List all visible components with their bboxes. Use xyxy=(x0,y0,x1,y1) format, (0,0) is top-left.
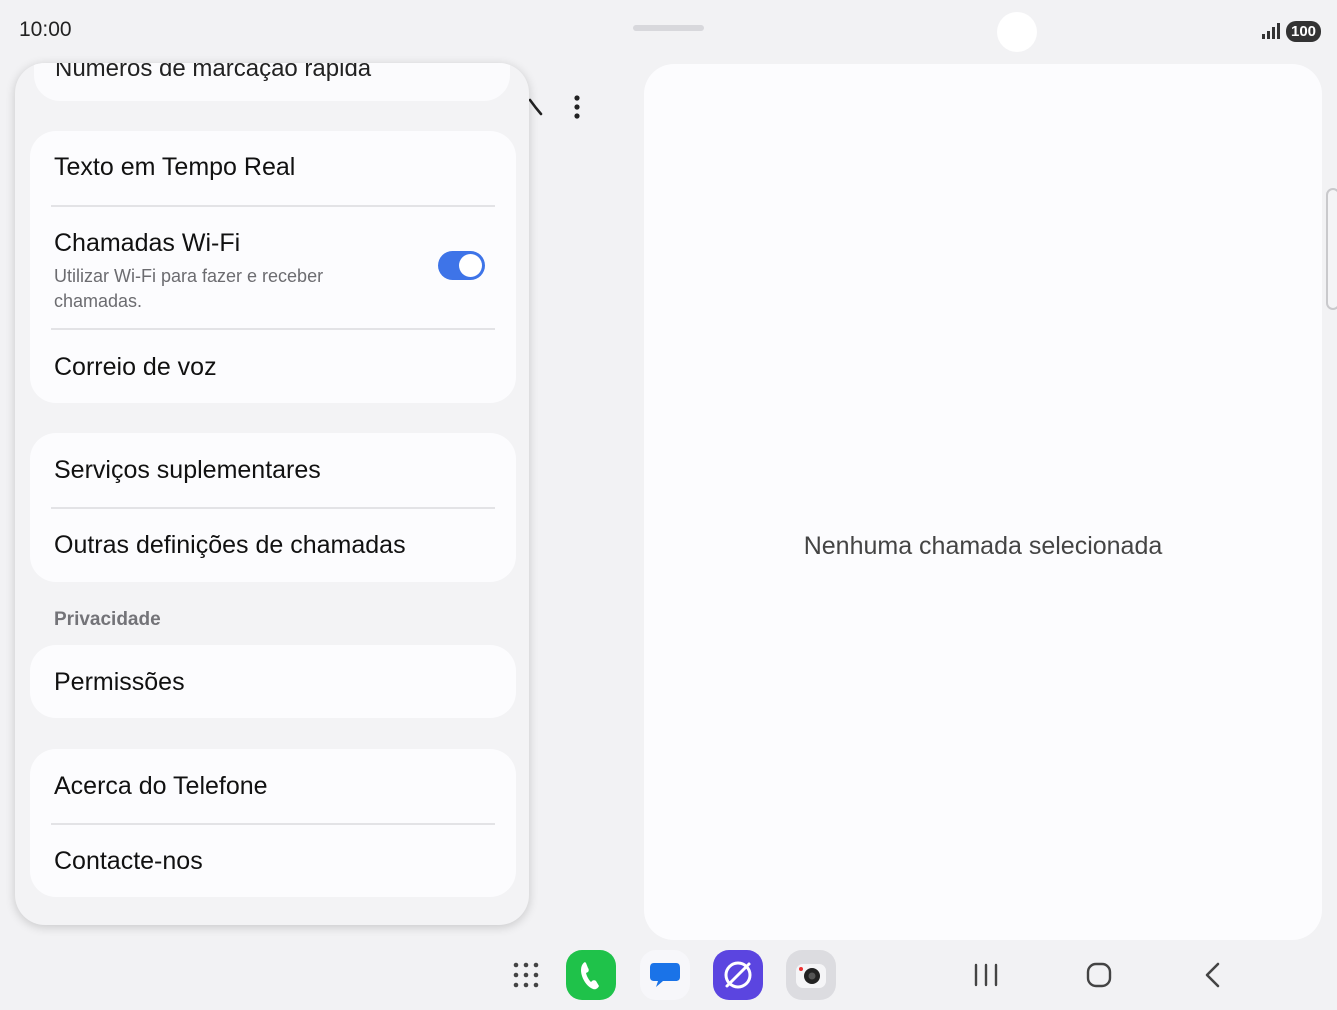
wifi-calling-description: Utilizar Wi-Fi para fazer e receber cham… xyxy=(54,266,324,311)
phone-app-icon[interactable] xyxy=(566,950,616,1000)
settings-group-about: Acerca do Telefone Contacte-nos xyxy=(30,749,516,897)
settings-group-privacy: Permissões xyxy=(30,645,516,718)
speed-dial-label: Números de marcação rápida xyxy=(55,63,372,82)
battery-indicator: 100 xyxy=(1286,21,1321,42)
internet-app-icon[interactable] xyxy=(713,950,763,1000)
multiwindow-handle[interactable] xyxy=(633,25,704,31)
signal-icon xyxy=(1262,23,1280,39)
call-settings-panel: Números de marcação rápida Texto em Temp… xyxy=(15,63,529,925)
voicemail-label: Correio de voz xyxy=(54,353,217,381)
contact-us-item[interactable]: Contacte-nos xyxy=(30,825,516,897)
messages-app-icon[interactable] xyxy=(640,950,690,1000)
status-time: 10:00 xyxy=(19,18,72,41)
wifi-calling-toggle[interactable] xyxy=(438,251,485,280)
supplementary-services-item[interactable]: Serviços suplementares xyxy=(30,433,516,507)
wifi-calling-item[interactable]: Chamadas Wi-Fi Utilizar Wi-Fi para fazer… xyxy=(30,207,516,328)
call-detail-pane: Nenhuma chamada selecionada xyxy=(644,64,1322,940)
edge-panel-handle[interactable] xyxy=(1326,188,1337,310)
more-options-icon[interactable] xyxy=(568,94,586,120)
supplementary-services-label: Serviços suplementares xyxy=(54,456,321,484)
toggle-knob xyxy=(459,254,482,277)
permissions-label: Permissões xyxy=(54,668,185,696)
wifi-calling-label: Chamadas Wi-Fi xyxy=(54,229,241,257)
rtt-label: Texto em Tempo Real xyxy=(54,153,296,181)
camera-app-icon[interactable] xyxy=(786,950,836,1000)
home-button[interactable] xyxy=(1084,960,1114,990)
settings-group-more: Serviços suplementares Outras definições… xyxy=(30,433,516,582)
about-phone-label: Acerca do Telefone xyxy=(54,772,268,800)
permissions-item[interactable]: Permissões xyxy=(30,645,516,718)
recent-apps-button[interactable] xyxy=(971,960,1001,990)
apps-grid-icon[interactable] xyxy=(513,962,539,988)
back-button[interactable] xyxy=(1198,960,1228,990)
rtt-item[interactable]: Texto em Tempo Real xyxy=(30,131,516,205)
about-phone-item[interactable]: Acerca do Telefone xyxy=(30,749,516,823)
other-call-settings-item[interactable]: Outras definições de chamadas xyxy=(30,509,516,582)
empty-state-message: Nenhuma chamada selecionada xyxy=(803,532,1163,560)
settings-group-calls: Texto em Tempo Real Chamadas Wi-Fi Utili… xyxy=(30,131,516,403)
camera-cutout xyxy=(997,12,1037,52)
contact-us-label: Contacte-nos xyxy=(54,847,203,875)
other-call-settings-label: Outras definições de chamadas xyxy=(54,531,406,559)
privacy-section-header: Privacidade xyxy=(54,609,161,630)
voicemail-item[interactable]: Correio de voz xyxy=(30,330,516,403)
